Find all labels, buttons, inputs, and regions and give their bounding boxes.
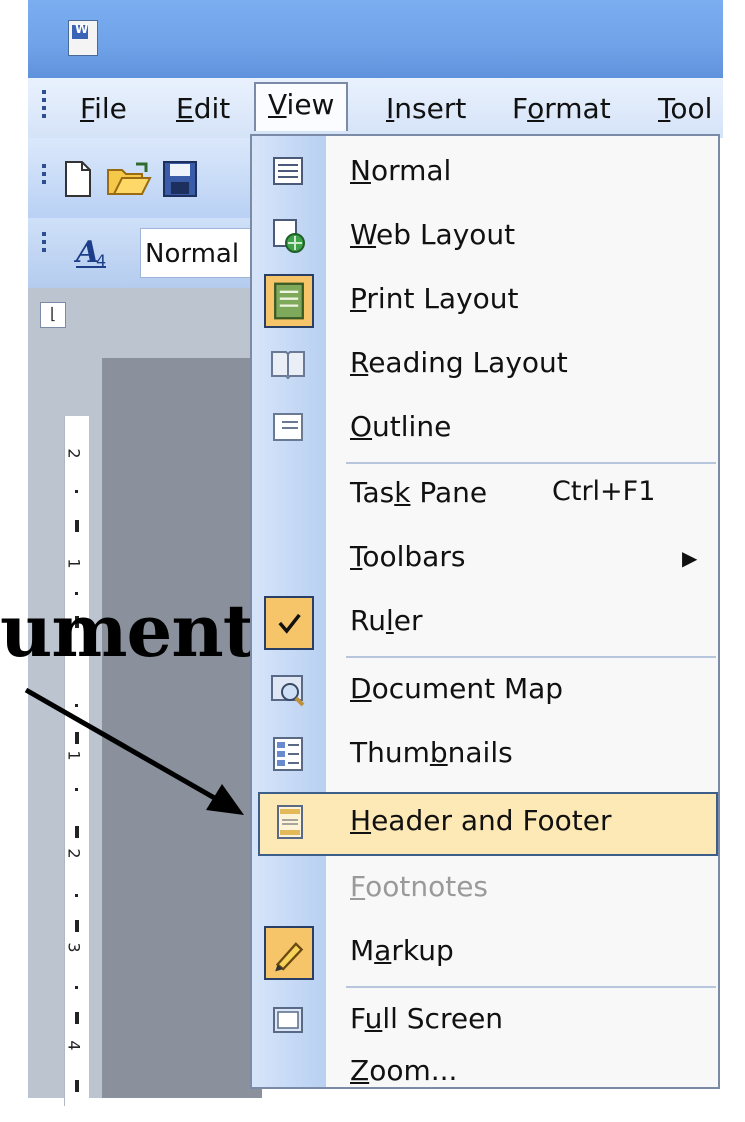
menu-item-reading-layout[interactable]: Reading Layout — [252, 334, 718, 398]
print-layout-icon — [264, 274, 314, 328]
full-screen-icon — [273, 1007, 303, 1033]
standard-toolbar — [28, 138, 258, 218]
style-dropdown[interactable]: Normal — [140, 228, 260, 278]
menu-item-task-pane[interactable]: Task Pane Ctrl+F1 — [252, 464, 718, 528]
title-bar — [28, 0, 723, 78]
ruler-tick — [75, 920, 79, 932]
menu-view-mnemonic: V — [268, 88, 287, 121]
menu-edit[interactable]: Edit — [176, 88, 230, 129]
menu-edit-mnemonic: E — [176, 92, 194, 125]
menu-format-label-pre: F — [512, 92, 528, 125]
ruler-tick — [75, 826, 79, 838]
menu-format-label-post: rmat — [544, 92, 611, 125]
ruler-tick — [75, 520, 79, 532]
document-map-icon — [271, 675, 305, 707]
formatting-grip-handle[interactable] — [42, 232, 48, 256]
ruler-tick — [75, 1012, 79, 1024]
menu-item-label: Toolbars — [350, 540, 466, 573]
save-disk-icon[interactable] — [162, 160, 198, 198]
ruler-number: 3 — [64, 942, 84, 953]
menu-view-label: iew — [286, 88, 335, 121]
ruler-tick — [75, 704, 78, 707]
ruler-tick — [75, 894, 78, 897]
view-menu-dropdown: Normal Web Layout Print Layout Reading L… — [250, 134, 720, 1089]
menu-tools-mnemonic: T — [658, 92, 671, 125]
menu-format-mnemonic: o — [527, 92, 545, 125]
menu-edit-label: dit — [193, 92, 231, 125]
normal-view-icon — [273, 157, 303, 185]
menu-item-label: Normal — [350, 154, 452, 187]
ruler-tick — [75, 490, 78, 493]
web-layout-icon — [273, 219, 305, 253]
menu-insert-label: nsert — [394, 92, 467, 125]
menu-view[interactable]: View — [254, 82, 349, 131]
document-page — [102, 358, 262, 1098]
markup-icon — [264, 926, 314, 980]
menu-item-print-layout[interactable]: Print Layout — [252, 270, 718, 334]
word-document-icon[interactable] — [68, 20, 98, 56]
thumbnails-icon — [273, 737, 303, 771]
menu-item-header-and-footer[interactable]: Header and Footer — [258, 792, 718, 856]
menu-tools[interactable]: Tool — [658, 88, 712, 129]
ruler-tick — [75, 788, 78, 791]
menu-item-full-screen[interactable]: Full Screen — [252, 990, 718, 1054]
menu-item-label: Print Layout — [350, 282, 519, 315]
reading-layout-icon — [271, 351, 305, 380]
ruler-number: 1 — [64, 558, 84, 569]
menu-item-document-map[interactable]: Document Map — [252, 660, 718, 724]
menu-item-label: Document Map — [350, 672, 564, 705]
ruler-number: 4 — [64, 1040, 84, 1051]
menu-file[interactable]: File — [80, 88, 127, 129]
menu-item-outline[interactable]: Outline — [252, 398, 718, 462]
menubar-grip-handle[interactable] — [42, 90, 48, 122]
menu-item-footnotes: Footnotes — [252, 858, 718, 922]
menu-item-label: Zoom... — [350, 1054, 458, 1086]
menu-item-toolbars[interactable]: Toolbars ▶ — [252, 528, 718, 592]
vertical-ruler[interactable]: 2 1 1 2 3 4 — [64, 416, 89, 1106]
document-area: ⌊ 2 1 1 2 3 4 — [28, 288, 262, 1106]
menu-file-label: ile — [94, 92, 127, 125]
menu-format[interactable]: Format — [512, 88, 611, 129]
menu-item-ruler[interactable]: Ruler — [252, 592, 718, 656]
menu-separator — [346, 986, 716, 988]
menu-item-label: Task Pane — [350, 476, 488, 509]
ruler-tick — [75, 986, 78, 989]
menu-bar: File Edit View Insert Format Tool — [28, 78, 723, 138]
menu-file-mnemonic: F — [80, 92, 95, 125]
menu-tools-label: ool — [670, 92, 713, 125]
menu-item-shortcut: Ctrl+F1 — [552, 476, 656, 507]
formatting-toolbar: A 4 Normal — [28, 218, 260, 288]
submenu-arrow-icon: ▶ — [682, 546, 698, 570]
menu-item-label: Web Layout — [350, 218, 516, 251]
open-folder-icon[interactable] — [106, 160, 154, 198]
ruler-number: 1 — [64, 750, 84, 761]
menu-item-label: Header and Footer — [350, 804, 612, 837]
ruler-number: 2 — [64, 848, 84, 859]
document-heading-text: ument — [0, 588, 256, 673]
menu-item-zoom[interactable]: Zoom... — [252, 1052, 718, 1086]
menu-item-web-layout[interactable]: Web Layout — [252, 206, 718, 270]
menu-item-label: Reading Layout — [350, 346, 568, 379]
menu-item-normal[interactable]: Normal — [252, 142, 718, 206]
checkmark-icon — [264, 596, 314, 650]
header-footer-icon — [277, 805, 303, 839]
menu-item-thumbnails[interactable]: Thumbnails — [252, 724, 718, 788]
menu-item-label: Full Screen — [350, 1002, 504, 1035]
menu-item-label: Thumbnails — [350, 736, 513, 769]
toolbar-grip-handle[interactable] — [42, 164, 48, 188]
menu-item-label: Footnotes — [350, 870, 489, 903]
menu-item-label: Markup — [350, 934, 454, 967]
menu-insert[interactable]: Insert — [386, 88, 466, 129]
menu-item-label: Outline — [350, 410, 452, 443]
outline-icon — [273, 413, 303, 441]
new-document-icon[interactable] — [62, 160, 94, 198]
menu-item-label: Ruler — [350, 604, 423, 637]
ruler-number: 2 — [64, 448, 84, 459]
ruler-tick — [75, 1080, 79, 1092]
tab-selector-button[interactable]: ⌊ — [40, 302, 66, 328]
styles-and-formatting-icon[interactable]: A 4 — [74, 232, 122, 272]
menu-item-markup[interactable]: Markup — [252, 922, 718, 986]
ruler-tick — [75, 732, 79, 744]
menu-separator — [346, 656, 716, 658]
